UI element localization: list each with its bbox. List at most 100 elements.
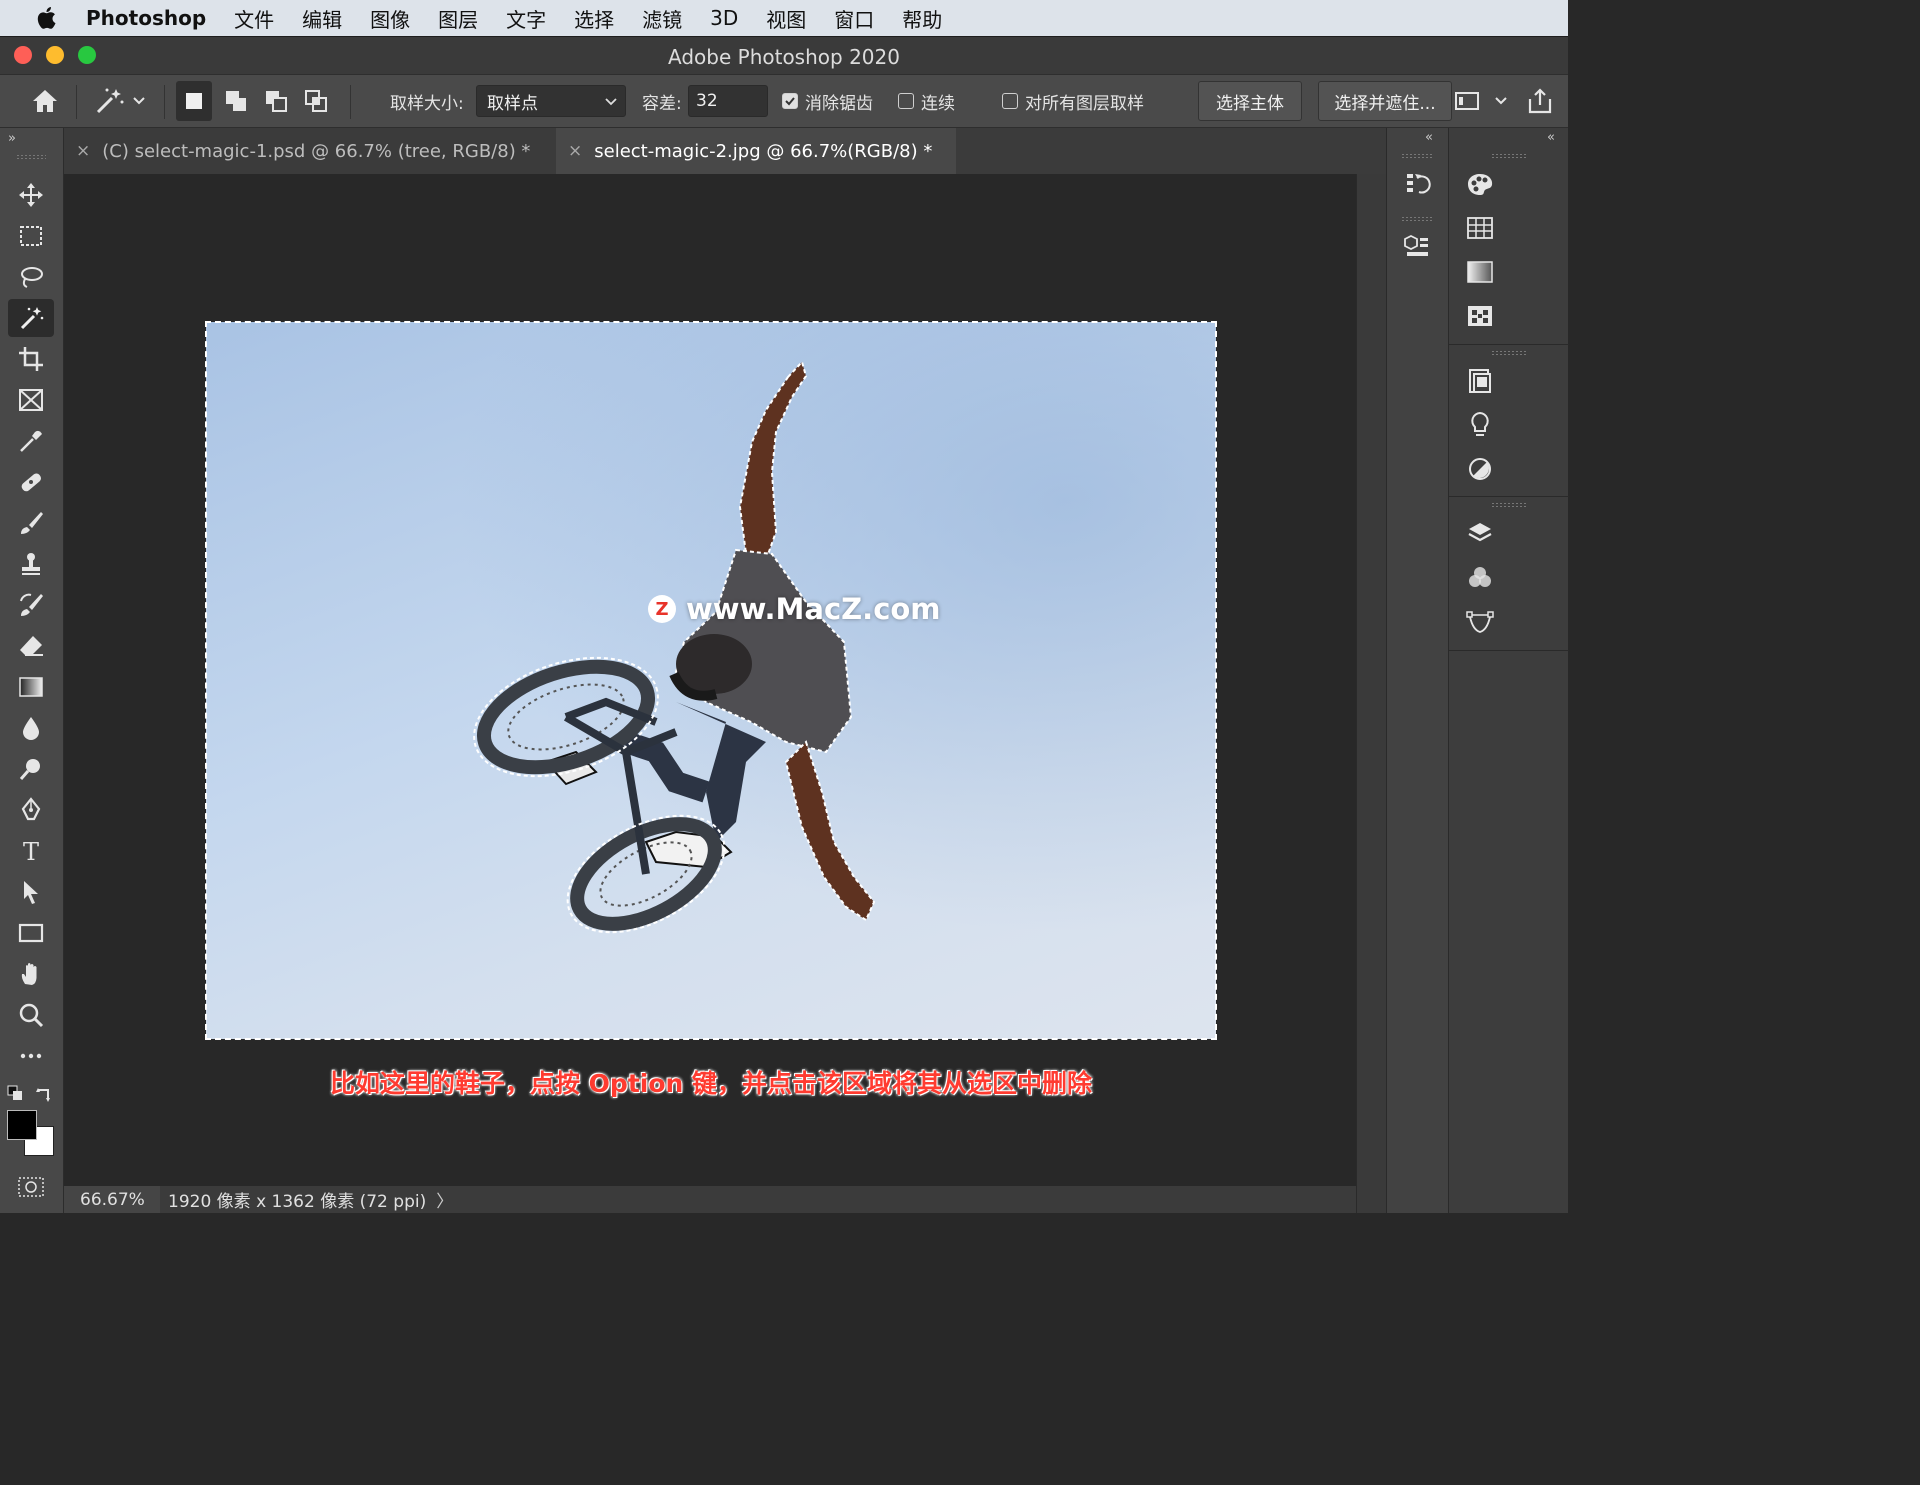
checkbox-checked-icon — [782, 93, 798, 109]
healing-brush-tool-icon[interactable] — [8, 463, 54, 501]
sample-all-layers-checkbox[interactable]: 对所有图层取样 — [1002, 75, 1144, 127]
tutorial-subtitle: 比如这里的鞋子，点按 Option 键，并点击该区域将其从选区中删除 — [329, 1069, 1093, 1098]
default-colors-icon[interactable] — [6, 1084, 26, 1108]
bmx-rider-image — [206, 322, 1216, 1039]
sample-all-layers-label: 对所有图层取样 — [1025, 93, 1144, 114]
frame-tool-icon[interactable] — [8, 381, 54, 419]
gradient-tool-icon[interactable] — [8, 668, 54, 706]
channels-panel-icon[interactable] — [1460, 560, 1500, 596]
menu-layer[interactable]: 图层 — [438, 4, 478, 33]
collapse-dock-icon[interactable]: « — [1425, 130, 1433, 145]
status-bar: 66.67% 1920 像素 x 1362 像素 (72 ppi) 〉 — [64, 1186, 1356, 1213]
dodge-tool-icon[interactable] — [8, 750, 54, 788]
tab-select-magic-2[interactable]: × select-magic-2.jpg @ 66.7%(RGB/8) * — [556, 128, 956, 174]
zoom-level[interactable]: 66.67% — [64, 1186, 160, 1213]
blur-tool-icon[interactable] — [8, 709, 54, 747]
marquee-tool-icon[interactable] — [8, 217, 54, 255]
select-subject-button[interactable]: 选择主体 — [1198, 81, 1302, 121]
layers-panel-icon[interactable] — [1460, 516, 1500, 552]
workspace-icon[interactable] — [1454, 75, 1508, 127]
gradients-panel-icon[interactable] — [1460, 254, 1500, 290]
tab-label: (C) select-magic-1.psd @ 66.7% (tree, RG… — [102, 140, 531, 162]
anti-alias-checkbox[interactable]: 消除锯齿 — [782, 75, 873, 127]
share-icon[interactable] — [1526, 75, 1554, 127]
crop-tool-icon[interactable] — [8, 340, 54, 378]
tolerance-input[interactable]: 32 — [688, 85, 768, 117]
3d-panel-icon[interactable] — [1397, 228, 1437, 264]
eraser-tool-icon[interactable] — [8, 627, 54, 665]
magic-wand-tool-icon[interactable] — [8, 299, 54, 337]
sample-size-value: 取样点 — [487, 93, 538, 114]
adjustments-panel-icon[interactable] — [1460, 451, 1500, 487]
menu-app-name[interactable]: Photoshop — [86, 6, 206, 30]
lasso-tool-icon[interactable] — [8, 258, 54, 296]
patterns-panel-icon[interactable] — [1460, 298, 1500, 334]
document-image[interactable]: Z www.MacZ.com — [205, 321, 1217, 1040]
sample-size-label: 取样大小: — [390, 93, 464, 114]
foreground-color-swatch[interactable] — [7, 1110, 37, 1140]
libraries-panel-icon[interactable] — [1460, 363, 1500, 399]
clone-stamp-tool-icon[interactable] — [8, 545, 54, 583]
color-panel-icon[interactable] — [1460, 166, 1500, 202]
checkbox-unchecked-icon — [1002, 93, 1018, 109]
brush-tool-icon[interactable] — [8, 504, 54, 542]
more-tools-icon[interactable] — [8, 1037, 54, 1075]
home-icon[interactable] — [28, 75, 62, 127]
menu-select[interactable]: 选择 — [574, 4, 614, 33]
learn-panel-icon[interactable] — [1460, 407, 1500, 443]
contiguous-label: 连续 — [921, 93, 955, 114]
menu-filter[interactable]: 滤镜 — [642, 4, 682, 33]
history-brush-tool-icon[interactable] — [8, 586, 54, 624]
menu-type[interactable]: 文字 — [506, 4, 546, 33]
watermark: Z www.MacZ.com — [648, 592, 941, 626]
watermark-text: www.MacZ.com — [686, 592, 941, 626]
add-to-selection-icon[interactable] — [218, 75, 254, 127]
apple-logo-icon[interactable] — [24, 6, 68, 30]
anti-alias-label: 消除锯齿 — [805, 93, 873, 114]
menu-help[interactable]: 帮助 — [902, 4, 942, 33]
collapse-toolbar-icon[interactable]: » — [8, 131, 16, 146]
subtract-from-selection-icon[interactable] — [258, 75, 294, 127]
collapse-dock-icon[interactable]: « — [1547, 130, 1555, 145]
document-tabs: × (C) select-magic-1.psd @ 66.7% (tree, … — [64, 128, 1386, 174]
history-panel-icon[interactable] — [1397, 166, 1437, 202]
rectangle-tool-icon[interactable] — [8, 914, 54, 952]
eyedropper-tool-icon[interactable] — [8, 422, 54, 460]
options-bar: 取样大小: 取样点 容差: 32 消除锯齿 连续 对所有图层取样 选择主体 选择… — [0, 74, 1568, 128]
quick-mask-icon[interactable] — [17, 1176, 45, 1202]
magic-wand-preset-icon[interactable] — [94, 75, 156, 127]
swap-colors-icon[interactable] — [34, 1084, 54, 1108]
swatches-panel-icon[interactable] — [1460, 210, 1500, 246]
hand-tool-icon[interactable] — [8, 955, 54, 993]
tolerance-label: 容差: — [642, 93, 682, 114]
pen-tool-icon[interactable] — [8, 791, 54, 829]
menu-image[interactable]: 图像 — [370, 4, 410, 33]
contiguous-checkbox[interactable]: 连续 — [898, 75, 955, 127]
svg-text:T: T — [23, 838, 39, 865]
panel-dock-narrow: « — [1386, 128, 1448, 1213]
paths-panel-icon[interactable] — [1460, 604, 1500, 640]
zoom-tool-icon[interactable] — [8, 996, 54, 1034]
menu-file[interactable]: 文件 — [234, 4, 274, 33]
close-tab-icon[interactable]: × — [568, 141, 582, 161]
panel-dock-wide: « — [1448, 128, 1569, 1213]
path-selection-tool-icon[interactable] — [8, 873, 54, 911]
menu-view[interactable]: 视图 — [766, 4, 806, 33]
tab-select-magic-1[interactable]: × (C) select-magic-1.psd @ 66.7% (tree, … — [64, 128, 554, 174]
select-and-mask-button[interactable]: 选择并遮住... — [1318, 81, 1452, 121]
chevron-down-icon — [605, 98, 617, 106]
menu-window[interactable]: 窗口 — [834, 4, 874, 33]
menu-edit[interactable]: 编辑 — [302, 4, 342, 33]
watermark-badge-icon: Z — [648, 595, 676, 623]
tab-label: select-magic-2.jpg @ 66.7%(RGB/8) * — [594, 140, 933, 162]
new-selection-icon[interactable] — [176, 81, 212, 121]
intersect-selection-icon[interactable] — [298, 75, 334, 127]
move-tool-icon[interactable] — [8, 176, 54, 214]
type-tool-icon[interactable]: T — [8, 832, 54, 870]
document-info: 1920 像素 x 1362 像素 (72 ppi) — [168, 1192, 427, 1212]
close-tab-icon[interactable]: × — [76, 141, 90, 161]
menu-3d[interactable]: 3D — [710, 6, 738, 30]
macos-menu-bar: Photoshop 文件 编辑 图像 图层 文字 选择 滤镜 3D 视图 窗口 … — [0, 0, 1568, 36]
status-menu-arrow[interactable]: 〉 — [426, 1187, 453, 1212]
sample-size-dropdown[interactable]: 取样点 — [476, 85, 626, 117]
